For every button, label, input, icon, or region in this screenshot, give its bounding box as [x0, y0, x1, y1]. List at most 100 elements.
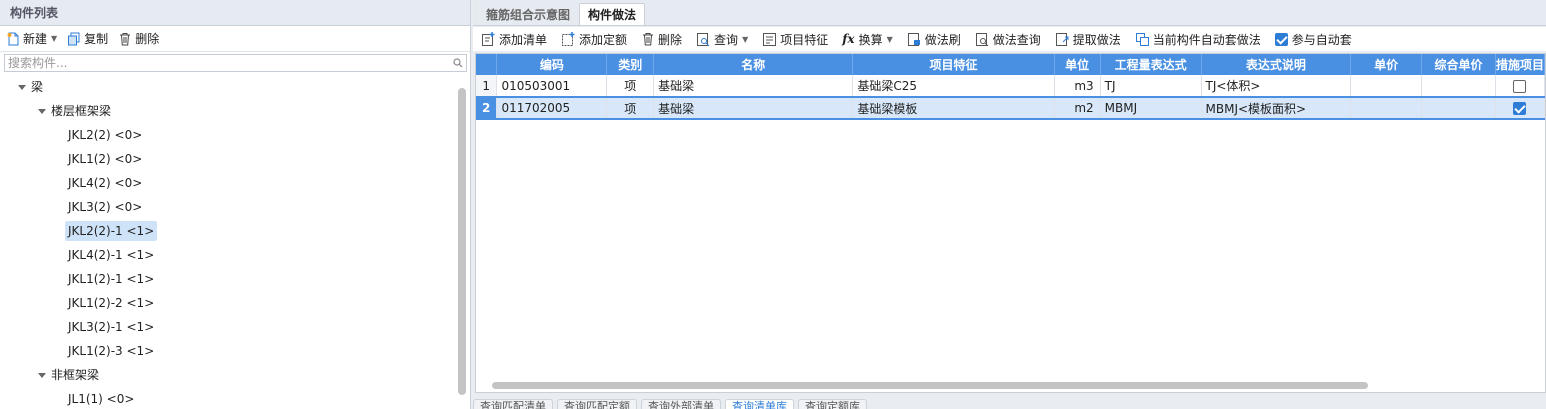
tree-group-floor-frame-beam[interactable]: 楼层框架梁 — [38, 101, 111, 121]
tree-item[interactable]: JKL1(2)-2 <1> — [65, 293, 157, 313]
auto-apply-method-label: 当前构件自动套做法 — [1152, 32, 1261, 47]
cell-name[interactable]: 基础梁 — [653, 75, 854, 98]
add-list-icon — [482, 31, 495, 46]
grid-horizontal-scrollbar[interactable] — [492, 382, 1368, 389]
cell-code[interactable]: 010503001 — [496, 75, 608, 98]
chevron-down-icon[interactable]: ▼ — [742, 35, 748, 44]
new-file-icon — [7, 32, 19, 45]
component-method-panel: 箍筋组合示意图 构件做法 添加清单 添加定额 删除 查询 ▼ 项目特征 fx 换… — [473, 0, 1546, 409]
item-feature-button[interactable]: 项目特征 — [762, 31, 828, 48]
cell-measure[interactable] — [1495, 96, 1545, 120]
cell-measure[interactable] — [1495, 75, 1545, 98]
cell-type[interactable]: 项 — [606, 75, 655, 98]
auto-apply-method-button[interactable]: 当前构件自动套做法 — [1135, 31, 1261, 48]
tab-query-list-library[interactable]: 查询清单库 — [725, 399, 794, 409]
table-row-selected[interactable]: 2 011702005 项 基础梁 基础梁模板 m2 MBMJ MBMJ<模板面… — [476, 96, 1545, 120]
bottom-query-tabs: 查询匹配清单 查询匹配定额 查询外部清单 查询清单库 查询定额库 — [473, 399, 1546, 409]
tree-item[interactable]: JKL2(2) <0> — [65, 125, 145, 145]
cell-feature[interactable]: 基础梁C25 — [852, 75, 1055, 98]
cell-expression[interactable]: TJ — [1100, 75, 1202, 98]
column-header-expression[interactable]: 工程量表达式 — [1100, 54, 1202, 75]
column-header-expression-desc[interactable]: 表达式说明 — [1201, 54, 1352, 75]
convert-button[interactable]: fx 换算 ▼ — [842, 31, 893, 48]
tab-component-method[interactable]: 构件做法 — [579, 3, 646, 25]
new-button[interactable]: 新建 ▼ — [6, 30, 57, 47]
copy-button[interactable]: 复制 — [67, 30, 108, 47]
cell-expression-desc[interactable]: TJ<体积> — [1201, 75, 1352, 98]
new-button-label: 新建 — [23, 32, 48, 46]
add-quota-button[interactable]: 添加定额 — [561, 31, 627, 48]
column-header-measure[interactable]: 措施项目 — [1495, 54, 1545, 75]
add-quota-label: 添加定额 — [579, 32, 628, 47]
item-feature-icon — [763, 32, 777, 46]
delete-row-button[interactable]: 删除 — [641, 31, 682, 48]
tree-item-label: JKL2(2) <0> — [68, 128, 143, 142]
cell-unit[interactable]: m2 — [1054, 96, 1101, 120]
participate-auto-checkbox[interactable]: 参与自动套 — [1274, 31, 1352, 48]
cell-total-price[interactable] — [1421, 75, 1496, 98]
chevron-down-icon[interactable]: ▼ — [51, 34, 57, 43]
tree-item[interactable]: JL1(1) <0> — [65, 389, 137, 409]
extract-method-button[interactable]: 提取做法 — [1055, 31, 1121, 48]
cell-expression[interactable]: MBMJ — [1100, 96, 1202, 120]
tab-query-matching-quota[interactable]: 查询匹配定额 — [557, 399, 637, 409]
tab-query-matching-list[interactable]: 查询匹配清单 — [473, 399, 553, 409]
search-icon[interactable] — [450, 58, 466, 68]
cell-code[interactable]: 011702005 — [496, 96, 608, 120]
tree-item[interactable]: JKL1(2)-3 <1> — [65, 341, 157, 361]
method-query-button[interactable]: 做法查询 — [975, 31, 1041, 48]
row-number[interactable]: 2 — [476, 96, 498, 120]
checkbox-unchecked-icon[interactable] — [1513, 79, 1527, 93]
tree-item[interactable]: JKL1(2) <0> — [65, 149, 145, 169]
column-header-feature[interactable]: 项目特征 — [852, 54, 1055, 75]
column-header-name[interactable]: 名称 — [653, 54, 854, 75]
expand-arrow-icon[interactable] — [38, 372, 46, 378]
tab-query-quota-library[interactable]: 查询定额库 — [798, 399, 867, 409]
cell-price[interactable] — [1350, 96, 1423, 120]
tree-group-non-frame-beam[interactable]: 非框架梁 — [38, 365, 99, 385]
cell-price[interactable] — [1350, 75, 1423, 98]
row-number[interactable]: 1 — [476, 75, 498, 98]
column-header-total-price[interactable]: 综合单价 — [1421, 54, 1496, 75]
tab-query-external-list[interactable]: 查询外部清单 — [641, 399, 721, 409]
column-header-unit[interactable]: 单位 — [1054, 54, 1101, 75]
brush-icon — [907, 32, 920, 46]
cell-unit[interactable]: m3 — [1054, 75, 1101, 98]
tree-item-label: JKL1(2) <0> — [68, 152, 143, 166]
delete-button-label: 删除 — [135, 32, 160, 46]
cell-expression-desc[interactable]: MBMJ<模板面积> — [1201, 96, 1352, 120]
cell-type[interactable]: 项 — [606, 96, 655, 120]
method-table: 编码 类别 名称 项目特征 单位 工程量表达式 表达式说明 单价 综合单价 措施… — [476, 54, 1545, 120]
checkbox-checked-icon[interactable] — [1513, 102, 1527, 115]
tree-vertical-scrollbar[interactable] — [458, 88, 466, 395]
tab-stirrup-diagram[interactable]: 箍筋组合示意图 — [477, 3, 579, 25]
tree-item-selected[interactable]: JKL2(2)-1 <1> — [65, 221, 158, 241]
delete-button[interactable]: 删除 — [118, 30, 159, 47]
add-list-button[interactable]: 添加清单 — [481, 31, 547, 48]
cell-feature[interactable]: 基础梁模板 — [852, 96, 1055, 120]
tree-node-beam[interactable]: 梁 — [18, 77, 43, 97]
tree-item[interactable]: JKL4(2) <0> — [65, 173, 145, 193]
query-button[interactable]: 查询 ▼ — [696, 31, 748, 48]
chevron-down-icon[interactable]: ▼ — [887, 35, 893, 44]
table-row[interactable]: 1 010503001 项 基础梁 基础梁C25 m3 TJ TJ<体积> — [476, 75, 1545, 98]
checkbox-checked-icon[interactable] — [1274, 32, 1288, 46]
tree-item-label: JKL3(2) <0> — [68, 200, 143, 214]
expand-arrow-icon[interactable] — [38, 108, 46, 114]
method-brush-button[interactable]: 做法刷 — [907, 31, 961, 48]
method-brush-label: 做法刷 — [924, 32, 961, 47]
component-search-input[interactable] — [5, 55, 450, 71]
cell-name[interactable]: 基础梁 — [653, 96, 854, 120]
column-header-code[interactable]: 编码 — [496, 54, 608, 75]
expand-arrow-icon[interactable] — [18, 84, 26, 90]
trash-icon — [120, 32, 131, 45]
cell-total-price[interactable] — [1421, 96, 1496, 120]
tree-item[interactable]: JKL3(2)-1 <1> — [65, 317, 157, 337]
participate-auto-label: 参与自动套 — [1291, 32, 1352, 47]
tree-item[interactable]: JKL3(2) <0> — [65, 197, 145, 217]
tree-item[interactable]: JKL4(2)-1 <1> — [65, 245, 157, 265]
tree-item[interactable]: JKL1(2)-1 <1> — [65, 269, 157, 289]
tree-item-label: JKL2(2)-1 <1> — [65, 221, 158, 241]
column-header-price[interactable]: 单价 — [1350, 54, 1423, 75]
column-header-type[interactable]: 类别 — [606, 54, 655, 75]
